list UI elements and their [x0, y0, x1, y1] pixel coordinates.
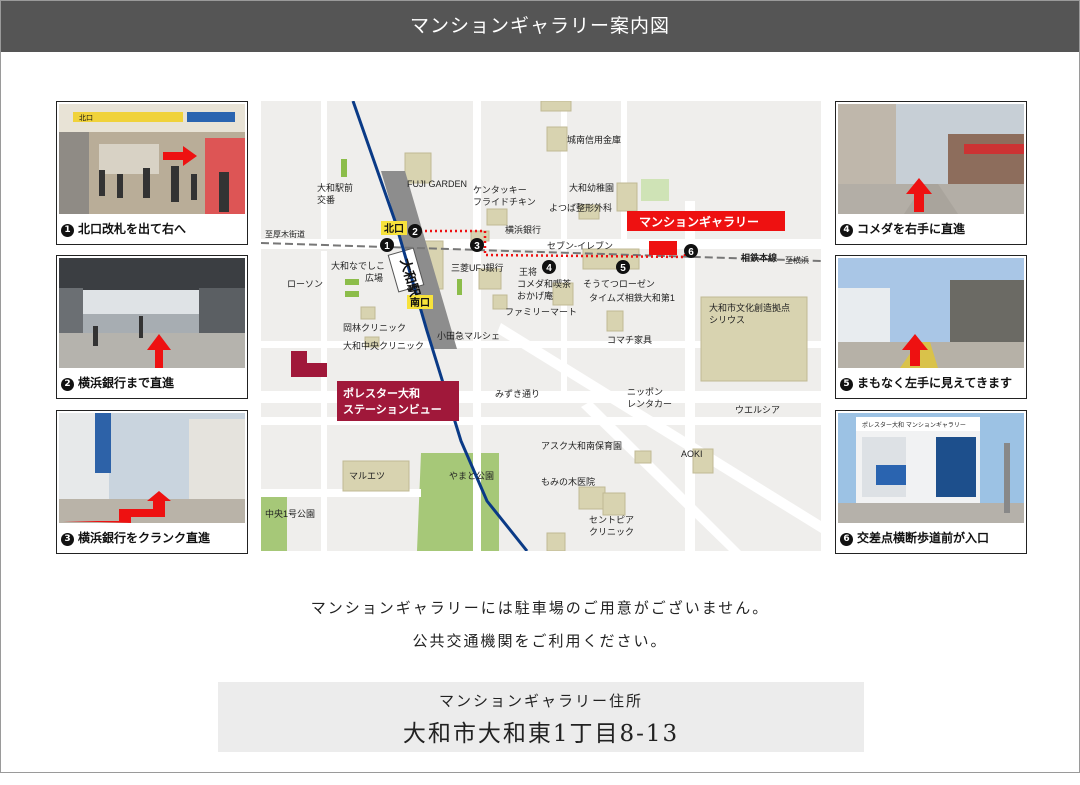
step-caption-1: 1 北口改札を出て右へ [61, 216, 186, 242]
photo-store-sign: ポレスター大和 マンションギャラリー [862, 421, 966, 429]
svg-text:2: 2 [412, 227, 418, 238]
map-label-maruetsu: マルエツ [349, 471, 385, 481]
map-label-okabayashi: 岡林クリニック [343, 322, 406, 333]
svg-text:5: 5 [620, 263, 626, 274]
svg-text:6: 6 [688, 247, 694, 258]
step-card-5: 5 まもなく左手に見えてきます [835, 255, 1027, 399]
map-label-nippon-1: ニッポン [627, 387, 663, 397]
parking-notice-line1: マンションギャラリーには駐車場のご用意がございません。 [310, 599, 770, 617]
map-label-komeda: コメダ和喫茶 [517, 278, 571, 289]
map-label-nadeshiko-1: 大和なでしこ [331, 260, 385, 271]
address-label: マンションギャラリー住所 [438, 692, 643, 710]
map-label-aoki: AOKI [681, 449, 703, 459]
map-label-mizuki: みずき通り [495, 389, 540, 399]
step-caption-6: 6 交差点横断歩道前が入口 [840, 525, 989, 551]
map-label-rosen: そうてつローゼン [583, 278, 655, 289]
map-label-bunka-2: シリウス [709, 315, 745, 325]
map-label-koban-1: 大和駅前 [317, 182, 353, 193]
step-caption-2: 2 横浜銀行まで直進 [61, 370, 174, 396]
map-label-atsugi: 至厚木街道 [265, 229, 305, 239]
map-label-ohsho: 王将 [519, 267, 537, 277]
photo-road-left [838, 258, 1024, 368]
map-label-lawson: ローソン [287, 279, 323, 289]
map-label-welcia: ウエルシア [735, 405, 780, 415]
map-label-mitsubishi: 三菱UFJ銀行 [451, 262, 504, 273]
area-map: マンションギャラリー ポレスター大和 ステーションビュー 北口 南口 大和駅 1… [261, 101, 821, 551]
map-label-komachi: コマチ家具 [607, 334, 652, 345]
map-label-chuo-park: 中央1号公園 [265, 508, 315, 519]
map-label-komeda-2: おかげ庵 [517, 290, 553, 301]
photo-sign-text: 北口 [79, 114, 93, 122]
map-label-yamato-chuo: 大和中央クリニック [343, 340, 424, 351]
map-label-yamato-park: やまと公園 [449, 471, 494, 481]
step-card-1: 北口 1 北口改札を出て右へ [56, 101, 248, 245]
step-caption-3: 3 横浜銀行をクランク直進 [61, 525, 210, 551]
photo-arcade [59, 258, 245, 368]
page-title: マンションギャラリー案内図 [1, 1, 1079, 52]
photo-komeda-street [838, 104, 1024, 214]
parking-notice-line2: 公共交通機関をご利用ください。 [412, 632, 668, 650]
map-label-fuji-garden: FUJI GARDEN [407, 179, 467, 189]
map-south-exit: 南口 [410, 296, 430, 309]
map-north-exit: 北口 [384, 222, 404, 235]
map-label-yotsuba: よつば整形外科 [549, 202, 612, 213]
map-label-centpia-1: セントピア [589, 515, 634, 525]
map-label-ask: アスク大和南保育園 [541, 440, 622, 451]
photo-gallery-entrance: ポレスター大和 マンションギャラリー [838, 413, 1024, 523]
map-label-seven: セブン-イレブン [547, 240, 613, 251]
step-caption-5: 5 まもなく左手に見えてきます [840, 370, 1012, 396]
map-property-label-1: ポレスター大和 [343, 386, 420, 400]
step-card-3: 3 横浜銀行をクランク直進 [56, 410, 248, 554]
step-card-6: ポレスター大和 マンションギャラリー 6 交差点横断歩道前が入口 [835, 410, 1027, 554]
map-label-odakyu-marche: 小田急マルシェ [437, 330, 500, 341]
map-label-shinkin: 城南信用金庫 [567, 134, 621, 145]
map-label-yokohama-bank: 横浜銀行 [505, 224, 541, 235]
map-label-family-mart: ファミリーマート [505, 307, 577, 317]
map-label-kfc-2: フライドチキン [473, 197, 536, 207]
map-label-times: タイムズ相鉄大和第1 [589, 292, 675, 303]
map-label-centpia-2: クリニック [589, 527, 634, 537]
photo-bank-street [59, 413, 245, 523]
step-card-2: 2 横浜銀行まで直進 [56, 255, 248, 399]
map-label-sotetsu: 相鉄本線 [741, 252, 777, 263]
map-label-momi: もみの木医院 [541, 476, 595, 487]
map-label-bunka-1: 大和市文化創造拠点 [709, 302, 790, 313]
svg-text:4: 4 [546, 263, 552, 274]
step-caption-4: 4 コメダを右手に直進 [840, 216, 965, 242]
address-text: 大和市大和東1丁目8-13 [402, 721, 680, 747]
map-property-label-2: ステーションビュー [343, 402, 442, 416]
svg-text:3: 3 [474, 241, 480, 252]
map-label-kindergarten: 大和幼稚園 [569, 182, 614, 193]
map-label-koban-2: 交番 [317, 194, 335, 205]
svg-text:1: 1 [384, 241, 390, 252]
step-card-4: 4 コメダを右手に直進 [835, 101, 1027, 245]
photo-north-gate: 北口 [59, 104, 245, 214]
map-label-kfc: ケンタッキー [473, 185, 527, 195]
address-box: マンションギャラリー住所 大和市大和東1丁目8-13 [218, 682, 864, 752]
map-gallery-label: マンションギャラリー [639, 214, 759, 229]
page-frame: マンションギャラリー案内図 北口 1 北口改札を出て右へ 2 横浜銀行まで直進 … [0, 0, 1080, 773]
map-label-nippon-2: レンタカー [627, 399, 672, 409]
map-label-yokohama: 至横浜 [785, 255, 809, 265]
map-label-nadeshiko-2: 広場 [365, 272, 383, 283]
